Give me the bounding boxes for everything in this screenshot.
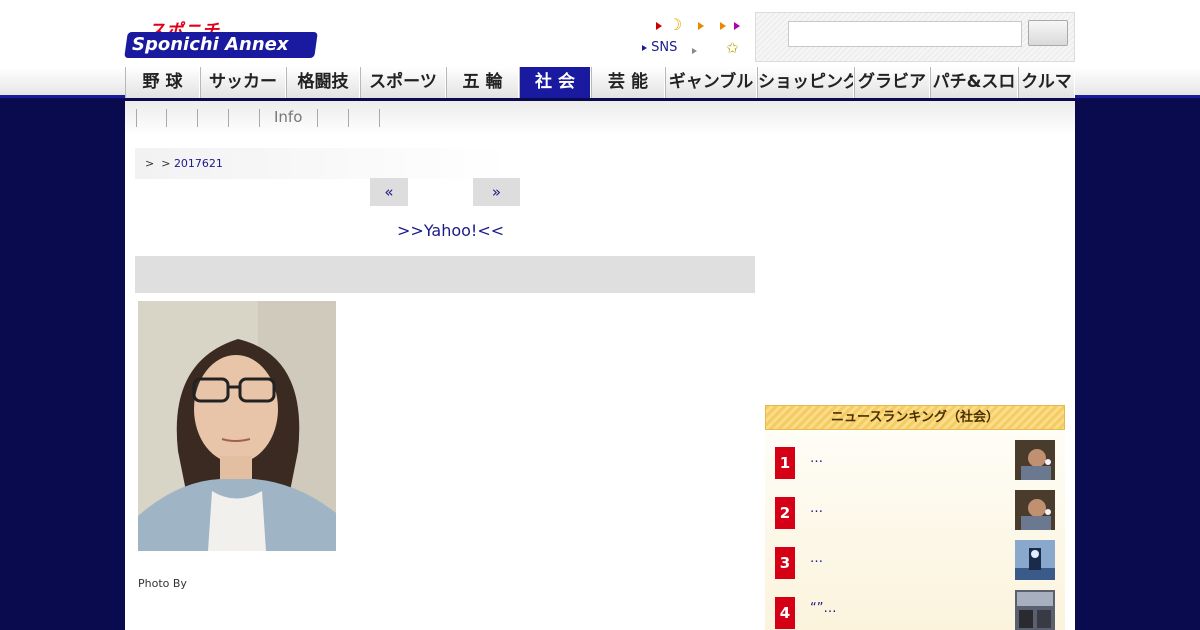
list-item[interactable]: 3 … <box>765 531 1065 581</box>
breadcrumb-separator: > <box>161 157 171 170</box>
rank-thumbnail[interactable] <box>1015 590 1055 630</box>
divider <box>228 109 229 127</box>
rank-headline-link[interactable]: “”… <box>810 601 836 616</box>
triangle-icon <box>656 21 662 30</box>
rank-number: 1 <box>775 447 795 479</box>
divider <box>136 109 137 127</box>
site-logo[interactable]: スポニチ Sponichi Annex <box>124 16 318 60</box>
moon-icon[interactable]: ☽ <box>668 15 682 34</box>
nav-item-gamble[interactable]: ギャンブル <box>665 67 757 98</box>
thumbnail-image <box>1015 440 1055 480</box>
link-arrow-4[interactable] <box>734 18 740 33</box>
link-arrow-3[interactable] <box>720 18 726 33</box>
top-links: ☽ SNS ✩ <box>640 14 750 60</box>
logo-bottom-text: Sponichi Annex <box>124 32 318 58</box>
rank-thumbnail[interactable] <box>1015 490 1055 530</box>
rank-headline-link[interactable]: … <box>810 551 823 566</box>
article-photo <box>138 301 336 551</box>
list-item[interactable]: 1 … <box>765 431 1065 481</box>
prev-page-button[interactable]: « <box>370 178 408 206</box>
divider <box>197 109 198 127</box>
breadcrumb-date-link[interactable]: 2017621 <box>174 157 223 170</box>
nav-item-shopping[interactable]: ショッピング <box>757 67 854 98</box>
sns-link[interactable]: SNS <box>642 40 677 55</box>
news-ranking-list: 1 … 2 … 3 … 4 “”… <box>765 431 1065 630</box>
divider <box>317 109 318 127</box>
woman-portrait-image <box>138 301 336 551</box>
rank-number: 2 <box>775 497 795 529</box>
nav-item-baseball[interactable]: 野 球 <box>125 67 200 98</box>
thumbnail-image <box>1015 490 1055 530</box>
nav-item-sports[interactable]: スポーツ <box>360 67 446 98</box>
thumbnail-image <box>1015 540 1055 580</box>
divider <box>379 109 380 127</box>
nav-item-pachislo[interactable]: パチ&スロ <box>930 67 1018 98</box>
search-input[interactable] <box>788 21 1022 47</box>
rank-thumbnail[interactable] <box>1015 540 1055 580</box>
breadcrumb: > > 2017621 <box>135 148 510 179</box>
nav-item-cars[interactable]: クルマ <box>1018 67 1075 98</box>
rank-headline-link[interactable]: … <box>810 501 823 516</box>
link-arrow-2[interactable] <box>698 18 704 33</box>
rank-number: 3 <box>775 547 795 579</box>
sns-label: SNS <box>651 40 678 55</box>
rank-headline-link[interactable]: … <box>810 451 823 466</box>
triangle-icon <box>734 21 740 30</box>
main-nav: 野 球 サッカー 格闘技 スポーツ 五 輪 社 会 芸 能 ギャンブル ショッピ… <box>125 67 1075 98</box>
nav-item-soccer[interactable]: サッカー <box>200 67 286 98</box>
subnav-background <box>125 101 1075 135</box>
list-item[interactable]: 4 “”… <box>765 581 1065 630</box>
divider <box>259 109 260 127</box>
thumbnail-image <box>1015 590 1055 630</box>
link-arrow-5[interactable] <box>692 43 697 58</box>
rank-number: 4 <box>775 597 795 629</box>
triangle-icon <box>698 21 704 30</box>
list-item[interactable]: 2 … <box>765 481 1065 531</box>
news-ranking-title: ニュースランキング（社会） <box>765 405 1065 430</box>
next-page-button[interactable]: » <box>473 178 520 206</box>
title-bar <box>135 256 755 293</box>
nav-item-olympics[interactable]: 五 輪 <box>446 67 519 98</box>
main-content: Info > > 2017621 « » >>Yahoo!<< Photo By… <box>125 101 1075 630</box>
star-icon[interactable]: ✩ <box>726 39 739 57</box>
nav-item-entertainment[interactable]: 芸 能 <box>591 67 665 98</box>
divider <box>348 109 349 127</box>
triangle-icon <box>720 21 726 30</box>
triangle-icon <box>692 47 697 54</box>
yahoo-link[interactable]: >>Yahoo!<< <box>397 221 504 240</box>
nav-item-gravure[interactable]: グラビア <box>854 67 930 98</box>
search-box <box>755 12 1075 62</box>
search-button[interactable] <box>1028 20 1068 46</box>
photo-credit: Photo By <box>138 577 187 590</box>
divider <box>166 109 167 127</box>
breadcrumb-separator: > <box>145 157 155 170</box>
nav-item-society[interactable]: 社 会 <box>519 67 591 98</box>
nav-item-martial-arts[interactable]: 格闘技 <box>286 67 360 98</box>
triangle-icon <box>642 44 647 51</box>
subnav-info-link[interactable]: Info <box>274 108 302 126</box>
rank-thumbnail[interactable] <box>1015 440 1055 480</box>
link-arrow-1[interactable] <box>656 18 662 33</box>
